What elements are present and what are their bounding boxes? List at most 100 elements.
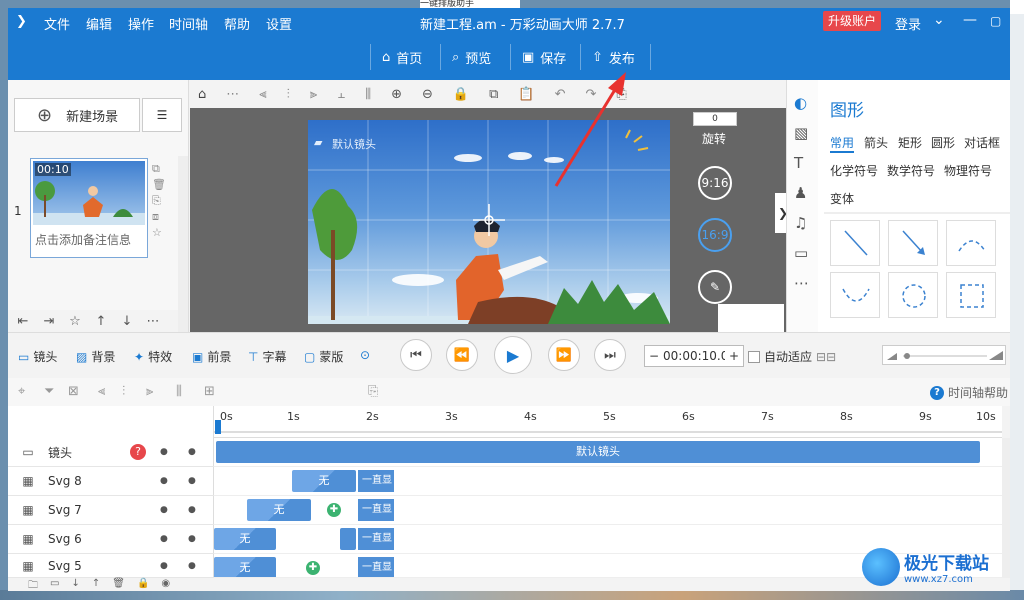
menu-help[interactable]: 帮助 xyxy=(224,14,250,33)
clear-icon[interactable]: ⊠ xyxy=(68,384,79,399)
locate-icon[interactable]: ⌖ xyxy=(18,384,25,399)
shape-arrow[interactable] xyxy=(888,220,938,266)
menu-file[interactable]: 文件 xyxy=(44,14,70,33)
more-assets-icon[interactable]: ⋯ xyxy=(794,274,809,292)
more-icon[interactable]: ⋯ xyxy=(142,314,164,329)
tab-common[interactable]: 常用 xyxy=(830,134,855,153)
paste-icon[interactable]: ⧈ xyxy=(152,210,159,224)
more-options-icon[interactable]: ⋯ xyxy=(226,87,239,102)
next-scene-icon[interactable]: ⏭ xyxy=(594,339,626,371)
save-button[interactable]: ▣ 保存 xyxy=(512,42,576,72)
time-field[interactable]: − 00:00:10.0 + xyxy=(644,345,744,367)
align-center-icon[interactable]: ⫶ xyxy=(287,87,290,102)
shape-dashed-circle[interactable] xyxy=(888,272,938,318)
import-icon[interactable]: ⇤ xyxy=(12,314,34,329)
scene-list-button[interactable]: ☰ xyxy=(142,98,182,132)
warning-icon[interactable]: ? xyxy=(130,444,146,460)
character-icon[interactable]: ♟ xyxy=(794,184,807,202)
new-scene-button[interactable]: ⊕ 新建场景 xyxy=(14,98,140,132)
tab-chemistry[interactable]: 化学符号 xyxy=(830,162,878,179)
maximize-icon[interactable]: ▢ xyxy=(990,14,1001,28)
minimap[interactable] xyxy=(718,304,784,332)
add-folder-icon[interactable]: 🗀 xyxy=(28,578,38,591)
move-down-track-icon[interactable]: ↓ xyxy=(71,578,79,591)
tab-math[interactable]: 数学符号 xyxy=(887,162,935,179)
add-effect-icon[interactable]: ✚ xyxy=(306,561,320,575)
tab-circles[interactable]: 圆形 xyxy=(931,134,955,151)
track-header-svg5[interactable]: ▦ Svg 5 ● ● xyxy=(8,554,214,578)
visibility-dot[interactable]: ● xyxy=(160,534,168,544)
redo-icon[interactable]: ↷ xyxy=(585,87,596,102)
lock-dot[interactable]: ● xyxy=(188,447,196,457)
prev-scene-icon[interactable]: ⏮ xyxy=(400,339,432,371)
svg7-keep-clip[interactable]: 一直显 xyxy=(356,499,394,521)
group-icon[interactable]: ⊞ xyxy=(204,384,215,399)
add-mask-button[interactable]: ▢ 蒙版 xyxy=(304,348,343,365)
upgrade-button[interactable]: 升级账户 xyxy=(823,11,881,31)
dropdown-icon[interactable]: ⌄ xyxy=(933,12,945,28)
add-subtitle-button[interactable]: ⊤ 字幕 xyxy=(248,348,286,365)
move-up-track-icon[interactable]: ↑ xyxy=(92,578,100,591)
duplicate-icon[interactable]: ⎘ xyxy=(152,194,161,208)
ratio-9-16-button[interactable]: 9:16 xyxy=(698,166,732,200)
undo-icon[interactable]: ↶ xyxy=(555,87,566,102)
menu-timeline[interactable]: 时间轴 xyxy=(169,14,208,33)
visibility-dot[interactable]: ● xyxy=(160,476,168,486)
visibility-dot[interactable]: ● xyxy=(160,447,168,457)
auto-fit-checkbox[interactable]: 自动适应 ⊟⊟ xyxy=(748,348,836,365)
align-right-icon[interactable]: ⫸ xyxy=(310,87,317,102)
shapes-icon[interactable]: ◐ xyxy=(794,94,807,112)
lock-dot[interactable]: ● xyxy=(188,561,196,571)
add-effect-icon[interactable]: ✚ xyxy=(327,503,341,517)
tab-arrows[interactable]: 箭头 xyxy=(864,134,888,151)
visibility-dot[interactable]: ● xyxy=(160,505,168,515)
shape-line[interactable] xyxy=(830,220,880,266)
lock-dot[interactable]: ● xyxy=(188,476,196,486)
favorite-icon[interactable]: ☆ xyxy=(152,226,162,239)
playhead[interactable] xyxy=(215,420,221,434)
timeline-scrollbar[interactable] xyxy=(1002,438,1010,578)
menu-edit[interactable]: 编辑 xyxy=(86,14,112,33)
minus-icon[interactable]: − xyxy=(645,349,663,363)
svg5-keep-clip[interactable]: 一直显 xyxy=(356,557,394,577)
track-header-svg6[interactable]: ▦ Svg 6 ● ● xyxy=(8,525,214,554)
svg8-entry-clip[interactable]: 无 xyxy=(292,470,356,492)
more-transport-icon[interactable]: ⊙ xyxy=(360,348,370,362)
svg8-keep-clip[interactable]: 一直显 xyxy=(356,470,394,492)
scene-card[interactable]: 00:10 点击添加备注信息 xyxy=(30,158,148,258)
svg6-mid-clip[interactable] xyxy=(340,528,356,550)
shape-dashed-rect[interactable] xyxy=(946,272,996,318)
edit-pen-button[interactable]: ✎ xyxy=(698,270,732,304)
copy-element-icon[interactable]: ⧉ xyxy=(489,87,498,102)
track-header-camera[interactable]: ▭ 镜头 ? ● ● xyxy=(8,438,214,467)
record-icon[interactable]: ⎘ xyxy=(616,87,626,102)
svg7-entry-clip[interactable]: 无 xyxy=(247,499,311,521)
zoom-out-icon[interactable]: ⊖ xyxy=(422,87,433,102)
login-button[interactable]: 登录 xyxy=(895,14,921,33)
tab-variants[interactable]: 变体 xyxy=(830,190,854,207)
menu-operate[interactable]: 操作 xyxy=(128,14,154,33)
align-top-icon[interactable]: ⫠ xyxy=(337,87,345,102)
filter-icon[interactable]: ⏷ xyxy=(44,384,54,399)
svg6-entry-clip[interactable]: 无 xyxy=(214,528,276,550)
fit-icons[interactable]: ⊟⊟ xyxy=(816,350,836,364)
align-tl-icon[interactable]: ⫷ xyxy=(98,384,105,399)
music-icon[interactable]: ♫ xyxy=(794,214,807,232)
preview-button[interactable]: ⌕ 预览 xyxy=(442,42,501,72)
add-effect-button[interactable]: ✦ 特效 xyxy=(134,348,172,365)
timeline-help-link[interactable]: ? 时间轴帮助 xyxy=(930,384,1008,401)
rotation-input[interactable]: 0 xyxy=(693,112,737,126)
copy-icon[interactable]: ⧉ xyxy=(152,162,160,176)
keyframe-icon[interactable]: ⎘ xyxy=(368,384,378,399)
prev-frame-icon[interactable]: ⏪ xyxy=(446,339,478,371)
next-frame-icon[interactable]: ⏩ xyxy=(548,339,580,371)
home-view-icon[interactable]: ⌂ xyxy=(198,87,206,102)
distribute-icon[interactable]: ⫼ xyxy=(365,87,371,102)
paste-element-icon[interactable]: 📋 xyxy=(518,87,534,102)
ratio-16-9-button[interactable]: 16:9 xyxy=(698,218,732,252)
scene-scrollbar[interactable] xyxy=(178,156,188,332)
home-button[interactable]: ⌂ 首页 xyxy=(372,42,432,72)
menu-settings[interactable]: 设置 xyxy=(266,14,292,33)
play-icon[interactable]: ▶ xyxy=(494,336,532,374)
zoom-slider[interactable] xyxy=(882,345,1006,365)
